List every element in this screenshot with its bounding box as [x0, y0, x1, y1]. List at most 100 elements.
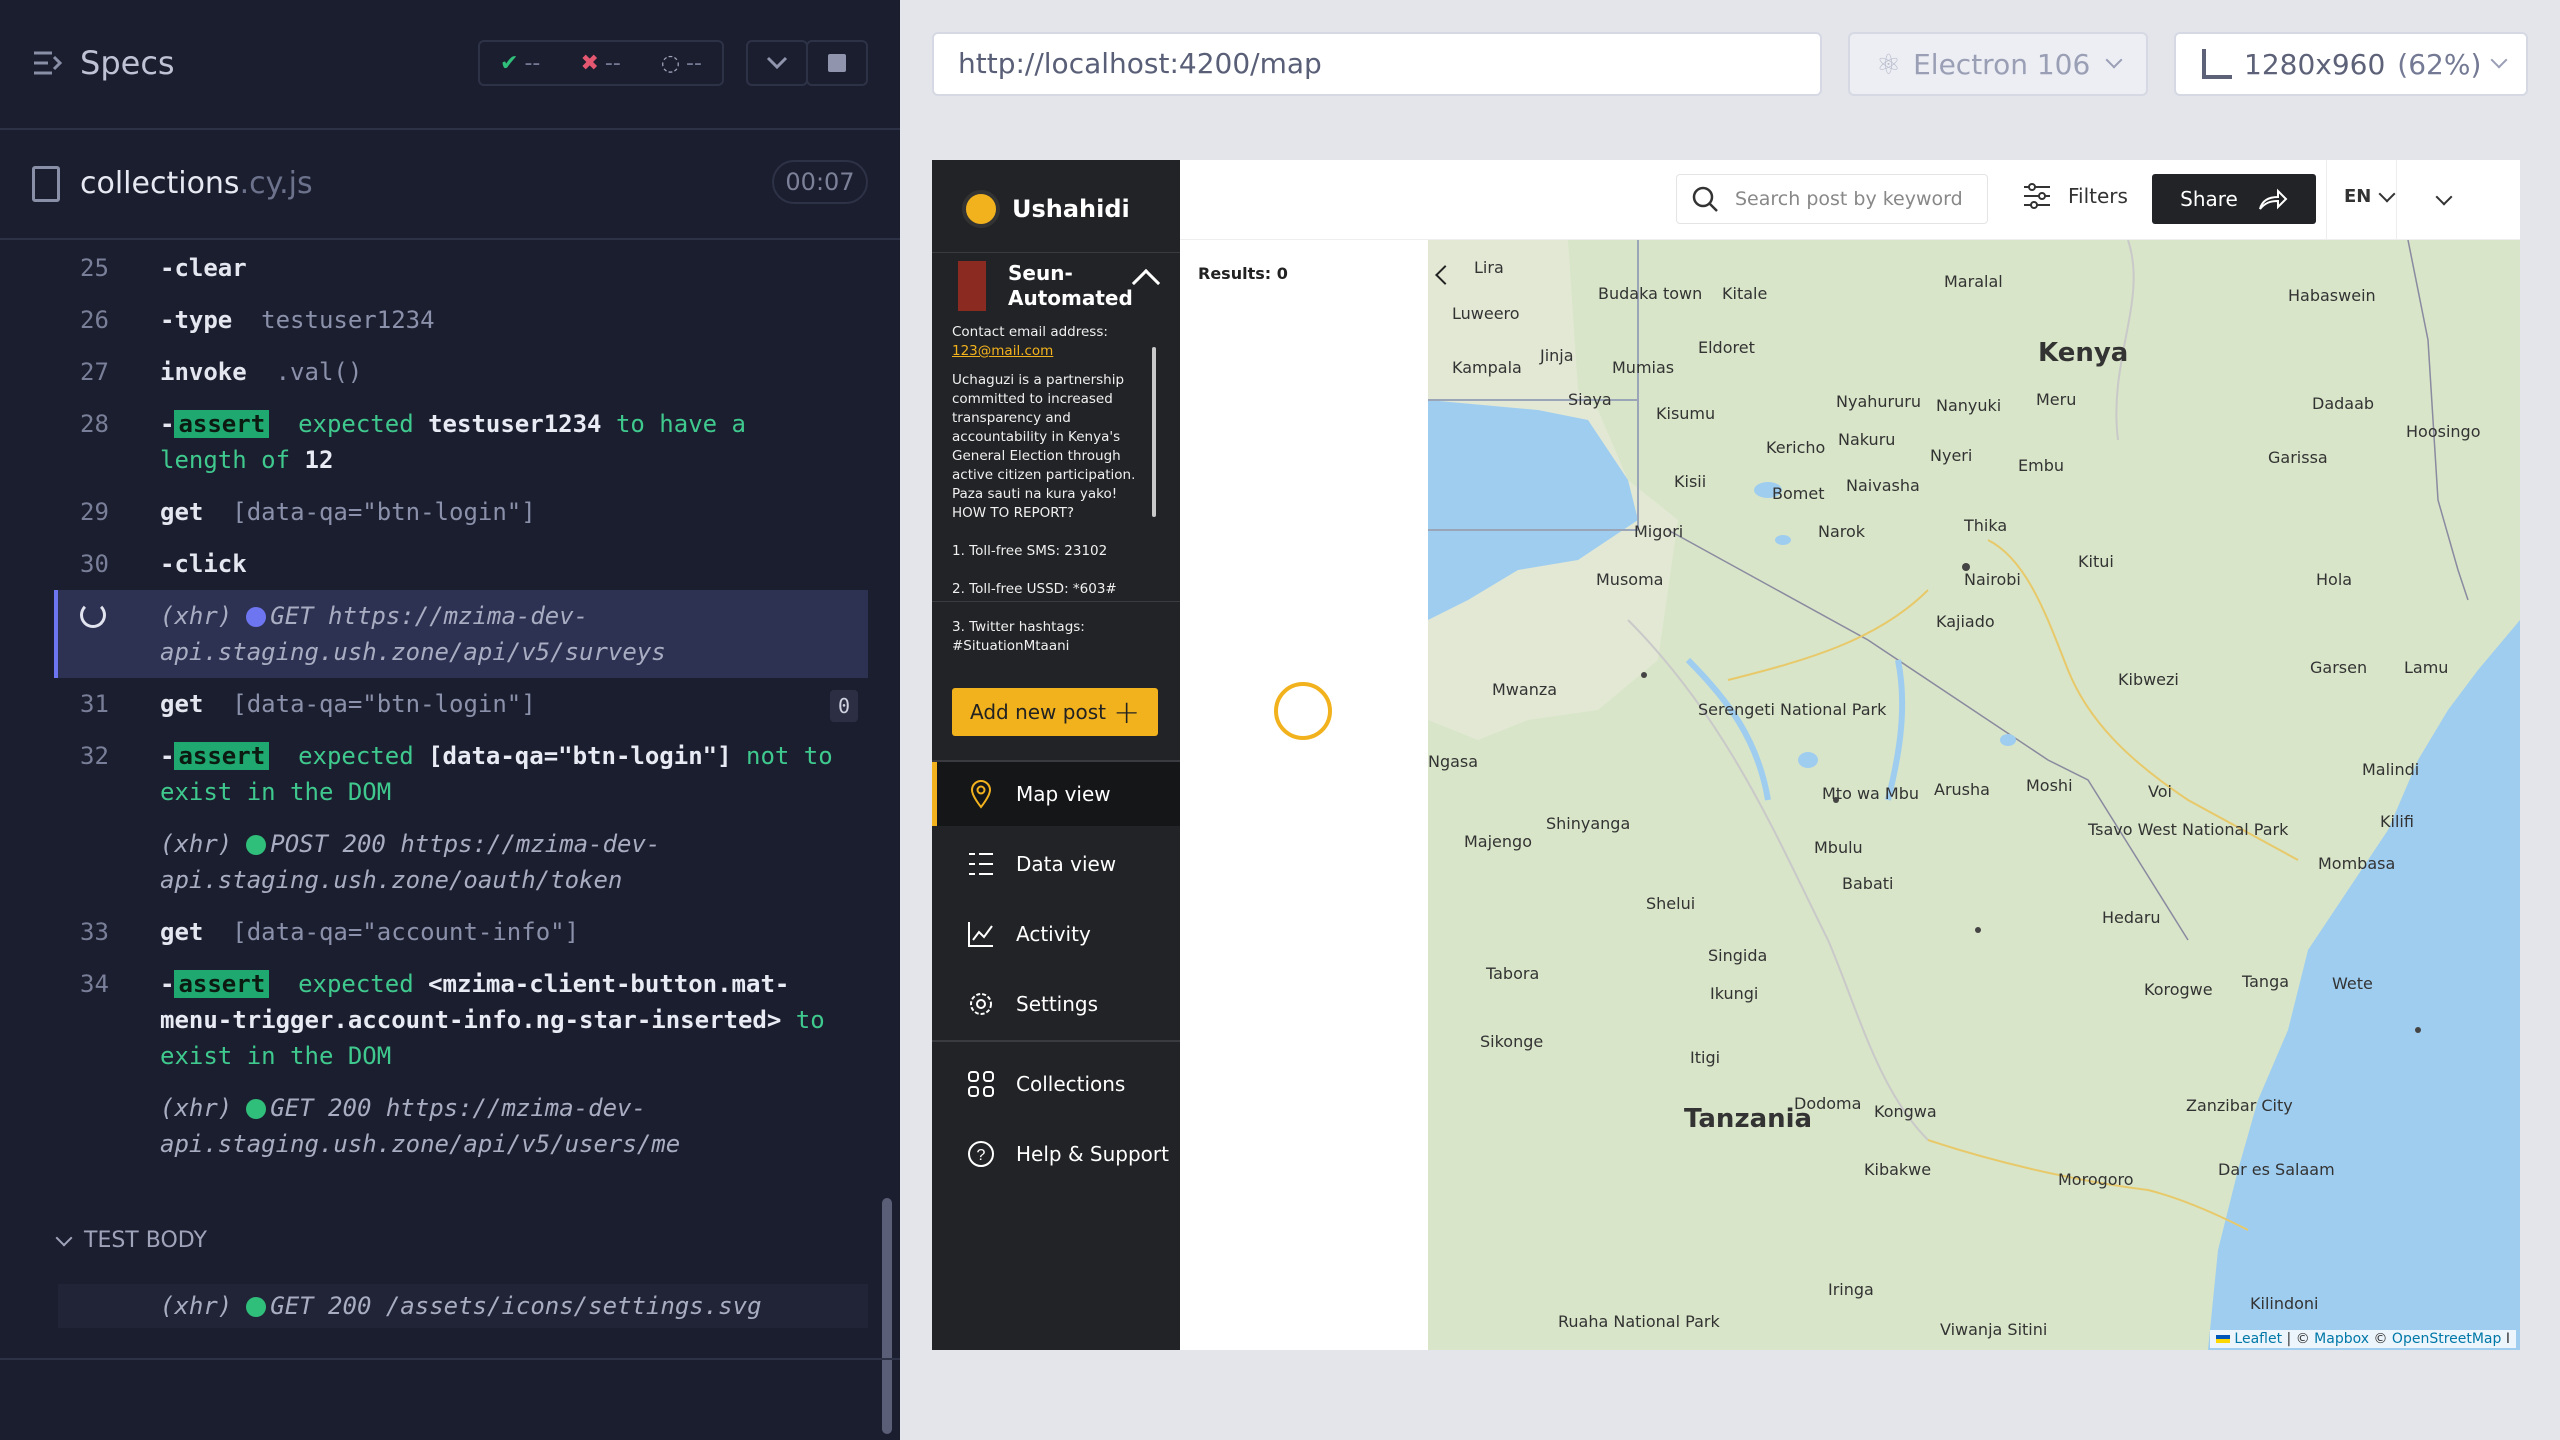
map-label-place: Kajiado — [1936, 612, 1995, 631]
file-ext: .cy.js — [239, 166, 313, 201]
xhr-url: GET https://mzima-dev- — [270, 602, 589, 630]
xhr-row-pending[interactable]: (xhr) GET https://mzima-dev-api.staging.u… — [54, 590, 868, 678]
browser-selector[interactable]: ⚛ Electron 106 — [1848, 32, 2148, 96]
command-log-scrollbar[interactable] — [882, 1198, 892, 1434]
map-label-place: Kilifi — [2380, 812, 2414, 831]
language-selector[interactable]: EN — [2344, 185, 2396, 207]
xhr-row[interactable]: (xhr) POST 200 https://mzima-dev-api.stag… — [58, 818, 868, 906]
file-name: collections — [80, 166, 240, 201]
assert-expected: expected — [298, 970, 414, 998]
share-button[interactable]: Share — [2152, 174, 2316, 224]
command-row[interactable]: 25 -clear — [58, 242, 868, 294]
assert-text: length of — [160, 446, 291, 474]
xhr-row[interactable]: (xhr) GET 200 https://mzima-dev-api.stagi… — [58, 1082, 868, 1170]
url-bar[interactable]: http://localhost:4200/map — [932, 32, 1822, 96]
map-label-place: Nyahururu — [1836, 392, 1921, 411]
account-menu-toggle[interactable] — [2435, 188, 2453, 207]
assert-row[interactable]: 28 - assert expected testuser1234 to have … — [58, 398, 868, 486]
filters-button[interactable]: Filters — [2022, 182, 2128, 210]
expand-button[interactable] — [746, 40, 808, 86]
assert-value: testuser1234 — [428, 410, 602, 438]
command-row[interactable]: 27 invoke .val() — [58, 346, 868, 398]
assert-row[interactable]: 34 - assert expected <mzima-client-button.… — [58, 958, 868, 1082]
collapse-results-button[interactable] — [1435, 256, 1455, 289]
brand-logo[interactable]: Ushahidi — [962, 190, 1130, 228]
map-label-place: Garissa — [2268, 448, 2328, 467]
line-number: 25 — [80, 254, 109, 282]
add-post-label: Add new post — [970, 700, 1106, 724]
assert-text: to — [795, 1006, 825, 1034]
map-label-place: Hedaru — [2102, 908, 2161, 927]
map-label-place: Itigi — [1690, 1048, 1721, 1067]
add-post-button[interactable]: Add new post + — [952, 688, 1158, 736]
xhr-tag: (xhr) — [160, 1292, 233, 1320]
test-body-label: TEST BODY — [84, 1228, 207, 1253]
user-panel: Seun-Automated Contact email address: 123… — [932, 252, 1180, 654]
ushahidi-logo-icon — [962, 190, 1000, 228]
map-label-place: Kongwa — [1874, 1102, 1937, 1121]
xhr-row[interactable]: (xhr) GET 200 /assets/icons/settings.svg — [58, 1284, 868, 1328]
map-label-place: Ikungi — [1710, 984, 1759, 1003]
command-log: 25 -clear 26 -type testuser1234 27 invoke .… — [54, 242, 868, 1170]
pending-icon: ◌ — [660, 50, 681, 76]
command-row[interactable]: 26 -type testuser1234 — [58, 294, 868, 346]
nav-collections[interactable]: Collections — [932, 1052, 1180, 1116]
assert-row[interactable]: 32 - assert expected [data-qa="btn-login"]… — [58, 730, 868, 818]
activity-chart-icon — [966, 919, 996, 949]
map-label-place: Zanzibar City — [2186, 1096, 2293, 1115]
plus-icon: + — [1113, 693, 1140, 731]
map-label-place: Maralal — [1944, 272, 2003, 291]
nav-label: Activity — [1016, 922, 1091, 946]
map-label-place: Moshi — [2026, 776, 2073, 795]
map-label-place: Nakuru — [1838, 430, 1896, 449]
xhr-url: api.staging.ush.zone/api/v5/surveys — [160, 638, 666, 666]
chevron-down-icon — [766, 56, 788, 70]
command-row[interactable]: 29 get [data-qa="btn-login"] — [58, 486, 868, 538]
nav-label: Data view — [1016, 852, 1117, 876]
collections-grid-icon — [966, 1069, 996, 1099]
mapbox-link[interactable]: Mapbox — [2314, 1331, 2369, 1347]
search-input[interactable]: Search post by keyword — [1676, 174, 1988, 224]
map-label-place: Siaya — [1568, 390, 1612, 409]
command-row[interactable]: 30 -click — [58, 538, 868, 590]
map-label-place: Kisii — [1674, 472, 1707, 491]
xhr-url: GET 200 /assets/icons/settings.svg — [270, 1292, 762, 1320]
command-row[interactable]: 31 get [data-qa="btn-login"] 0 — [58, 678, 868, 730]
app-sidebar: Ushahidi Seun-Automated Contact email ad… — [932, 160, 1180, 1350]
ruler-icon — [2202, 49, 2232, 79]
leaflet-link[interactable]: Leaflet — [2234, 1331, 2282, 1347]
share-arrow-icon — [2258, 188, 2288, 210]
nav-help-support[interactable]: ? Help & Support — [932, 1122, 1180, 1186]
nav-settings[interactable]: Settings — [932, 972, 1180, 1036]
map-label-place: Mbulu — [1814, 838, 1863, 857]
attribution-tail: I — [2501, 1331, 2510, 1347]
nav-data-view[interactable]: Data view — [932, 832, 1180, 896]
assert-value: 12 — [304, 446, 334, 474]
specs-toggle[interactable]: Specs — [32, 44, 175, 82]
viewport-info[interactable]: 1280x960 (62%) — [2174, 32, 2528, 96]
chevron-down-icon — [2378, 185, 2396, 202]
map-label-place: Majengo — [1464, 832, 1532, 851]
xhr-status-dot — [246, 607, 267, 627]
command-name: get — [160, 498, 204, 526]
loading-spinner — [1274, 682, 1332, 740]
description-scrollbar[interactable] — [1152, 347, 1156, 517]
map[interactable]: Kenya Tanzania Lira Budaka town Kitale M… — [1428, 240, 2520, 1350]
assert-label: assert — [174, 410, 270, 438]
test-body-toggle[interactable]: TEST BODY — [55, 1228, 207, 1253]
app-topbar: Search post by keyword Filters Share EN — [1180, 160, 2520, 240]
chevron-down-icon — [55, 1229, 73, 1246]
command-row[interactable]: 33 get [data-qa="account-info"] — [58, 906, 868, 958]
divider — [932, 1040, 1180, 1042]
nav-activity[interactable]: Activity — [932, 902, 1180, 966]
contact-email-link[interactable]: 123@mail.com — [952, 343, 1053, 359]
osm-link[interactable]: OpenStreetMap — [2392, 1331, 2501, 1347]
assert-text: not to — [746, 742, 833, 770]
line-number: 29 — [80, 498, 109, 526]
assert-value: menu-trigger.account-info.ng-star-insert… — [160, 1006, 782, 1034]
stop-button[interactable] — [806, 40, 868, 86]
line-number: 34 — [80, 970, 109, 998]
avatar — [958, 261, 986, 311]
chevron-down-icon — [2105, 51, 2123, 69]
nav-map-view[interactable]: Map view — [932, 762, 1180, 826]
